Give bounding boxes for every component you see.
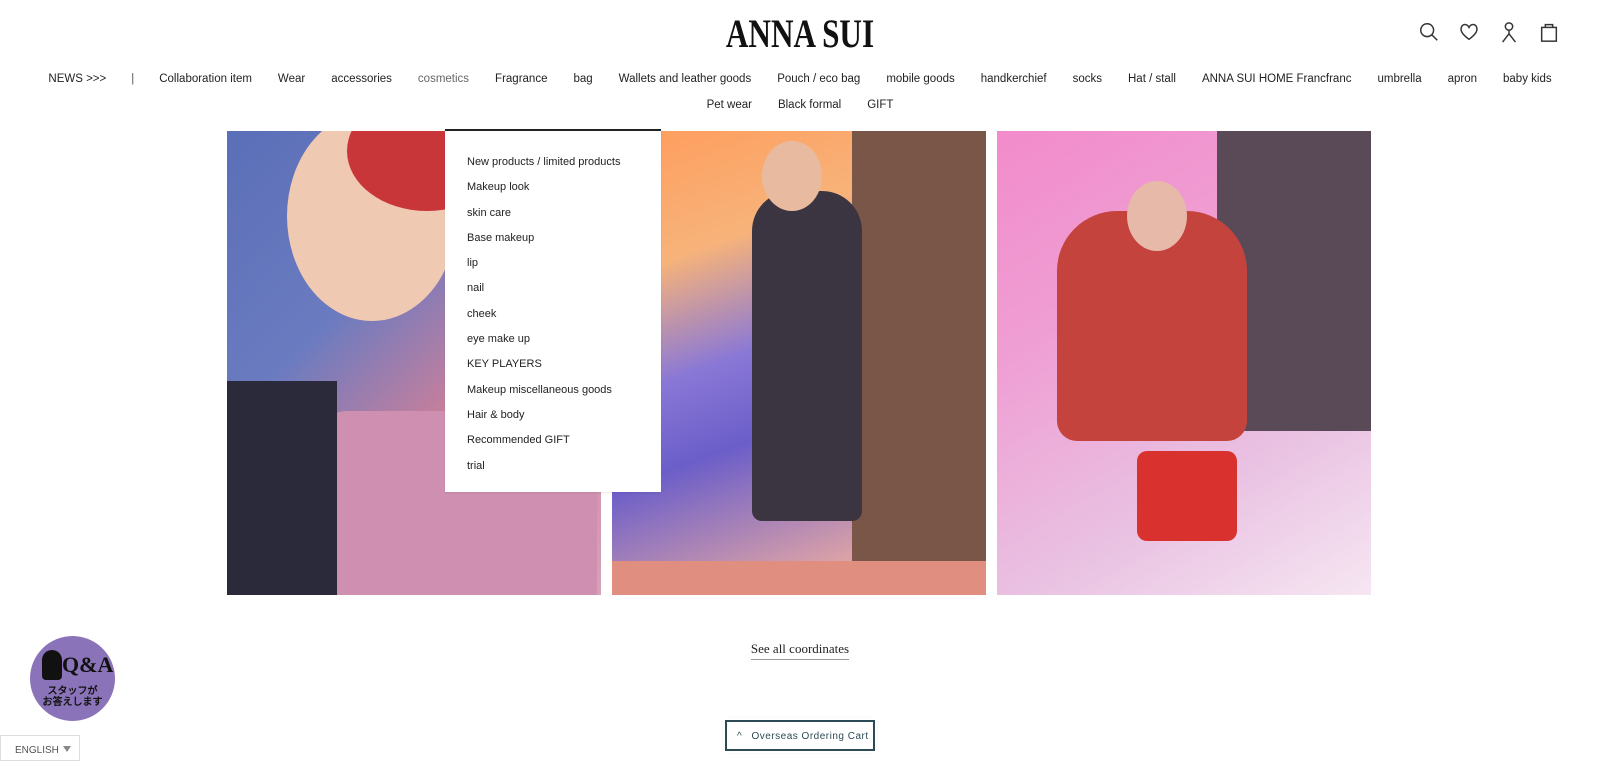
qa-subtitle-line-2: お答えします <box>42 697 103 708</box>
header-icons <box>1418 20 1560 44</box>
nav-item-socks[interactable]: socks <box>1073 73 1102 85</box>
nav-row-1: NEWS >>> | Collaboration item Wear acces… <box>0 66 1600 92</box>
dropdown-item-new-products[interactable]: New products / limited products <box>445 155 661 180</box>
nav-item-mobile[interactable]: mobile goods <box>886 73 954 85</box>
cosmetics-dropdown-menu: New products / limited products Makeup l… <box>445 129 661 492</box>
brand-logo[interactable]: ANNA SUI <box>176 10 1424 57</box>
main-nav: NEWS >>> | Collaboration item Wear acces… <box>0 66 1600 118</box>
nav-item-bag[interactable]: bag <box>573 73 592 85</box>
dropdown-item-trial[interactable]: trial <box>445 459 661 484</box>
nav-item-collaboration[interactable]: Collaboration item <box>159 73 252 85</box>
nav-item-pouch[interactable]: Pouch / eco bag <box>777 73 860 85</box>
photo-figure <box>227 381 337 595</box>
coordinate-photo-2[interactable] <box>612 131 986 595</box>
nav-item-fragrance[interactable]: Fragrance <box>495 73 547 85</box>
dropdown-item-eye-make-up[interactable]: eye make up <box>445 332 661 357</box>
nav-item-pet-wear[interactable]: Pet wear <box>707 99 752 111</box>
nav-item-handkerchief[interactable]: handkerchief <box>981 73 1047 85</box>
nav-item-news[interactable]: NEWS >>> <box>48 73 106 85</box>
bag-icon[interactable] <box>1538 20 1560 44</box>
dropdown-item-cheek[interactable]: cheek <box>445 307 661 332</box>
nav-item-apron[interactable]: apron <box>1448 73 1477 85</box>
search-icon[interactable] <box>1418 20 1440 44</box>
nav-row-2: Pet wear Black formal GIFT <box>0 92 1600 118</box>
nav-item-home-francfranc[interactable]: ANNA SUI HOME Francfranc <box>1202 73 1352 85</box>
see-all-section: See all coordinates <box>0 640 1600 660</box>
nav-item-gift[interactable]: GIFT <box>867 99 893 111</box>
dropdown-item-recommended-gift[interactable]: Recommended GIFT <box>445 433 661 458</box>
qa-title: Q&A <box>62 652 114 677</box>
nav-item-cosmetics[interactable]: cosmetics <box>418 73 469 85</box>
dropdown-item-hair-body[interactable]: Hair & body <box>445 408 661 433</box>
dropdown-item-nail[interactable]: nail <box>445 281 661 306</box>
nav-item-wear[interactable]: Wear <box>278 73 305 85</box>
photo-figure <box>752 191 862 521</box>
coordinate-photo-3[interactable] <box>997 131 1371 595</box>
overseas-cart-button[interactable]: ^ Overseas Ordering Cart <box>725 720 875 751</box>
caret-down-icon <box>63 746 71 752</box>
photo-figure <box>612 561 986 595</box>
photo-figure <box>762 141 822 211</box>
see-all-coordinates-link[interactable]: See all coordinates <box>750 641 850 660</box>
dropdown-item-skin-care[interactable]: skin care <box>445 206 661 231</box>
photo-figure <box>1137 451 1237 541</box>
dropdown-item-makeup-misc[interactable]: Makeup miscellaneous goods <box>445 383 661 408</box>
coordinate-gallery <box>227 131 1371 595</box>
language-selector[interactable]: ENGLISH <box>0 735 80 761</box>
nav-item-hat[interactable]: Hat / stall <box>1128 73 1176 85</box>
staff-avatar-icon <box>42 650 62 680</box>
photo-figure <box>1127 181 1187 251</box>
nav-item-accessories[interactable]: accessories <box>331 73 392 85</box>
chevron-up-icon: ^ <box>737 731 743 742</box>
qa-subtitle-line-1: スタッフが <box>47 686 98 697</box>
user-icon[interactable] <box>1498 20 1520 44</box>
nav-separator: | <box>131 73 135 85</box>
photo-figure <box>852 131 986 561</box>
language-label: ENGLISH <box>15 745 59 756</box>
overseas-cart-label: Overseas Ordering Cart <box>751 731 869 742</box>
nav-item-umbrella[interactable]: umbrella <box>1377 73 1421 85</box>
nav-item-baby-kids[interactable]: baby kids <box>1503 73 1552 85</box>
dropdown-item-base-makeup[interactable]: Base makeup <box>445 231 661 256</box>
nav-item-wallets[interactable]: Wallets and leather goods <box>619 73 752 85</box>
dropdown-item-key-players[interactable]: KEY PLAYERS <box>445 357 661 382</box>
heart-icon[interactable] <box>1458 20 1480 44</box>
site-header: ANNA SUI NEWS >>> | Collaboration item W… <box>0 0 1600 125</box>
dropdown-item-makeup-look[interactable]: Makeup look <box>445 180 661 205</box>
dropdown-item-lip[interactable]: lip <box>445 256 661 281</box>
nav-item-black-formal[interactable]: Black formal <box>778 99 841 111</box>
qa-subtitle: スタッフが お答えします <box>30 686 115 708</box>
qa-chat-button[interactable]: Q&A スタッフが お答えします <box>30 636 115 721</box>
